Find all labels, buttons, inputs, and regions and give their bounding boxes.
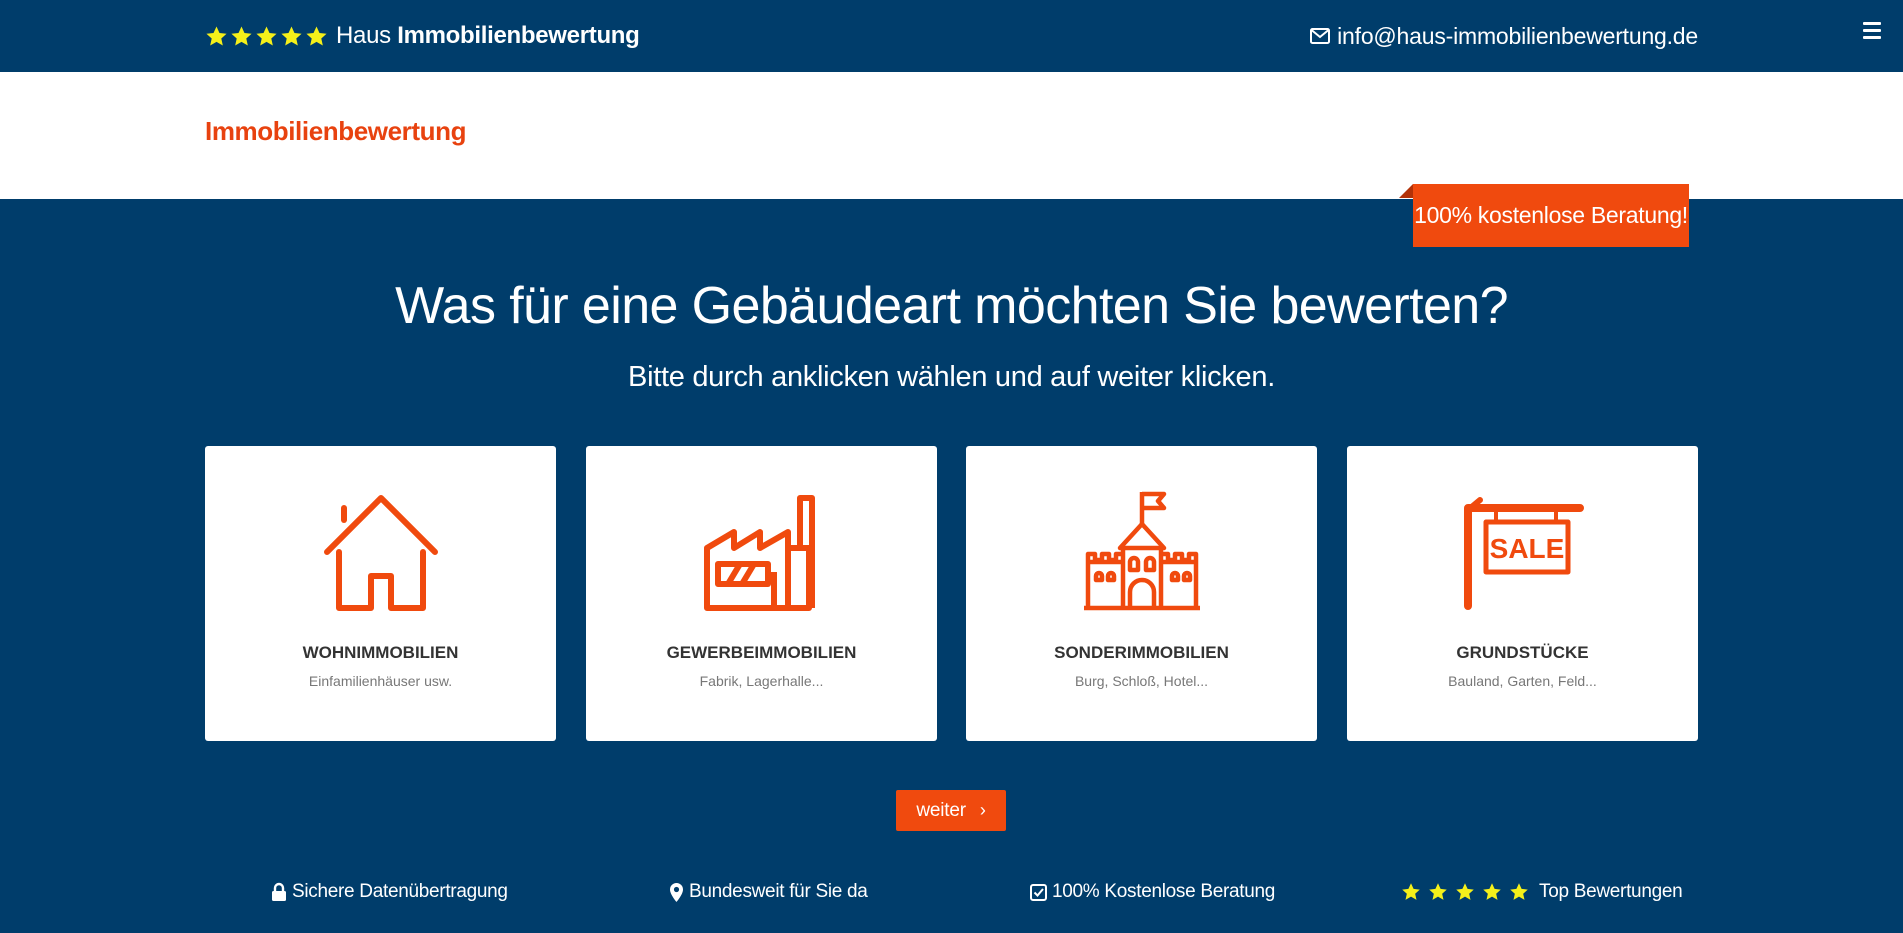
checkbox-icon <box>1030 883 1047 901</box>
castle-icon <box>1083 491 1200 611</box>
instruction-text: Bitte durch anklicken wählen und auf wei… <box>628 361 1275 393</box>
chevron-right-icon: › <box>979 800 986 820</box>
question-heading: Was für eine Gebäudeart möchten Sie bewe… <box>395 277 1508 335</box>
card-title: GEWERBEIMMOBILIEN <box>666 643 857 662</box>
star-icon <box>230 25 253 48</box>
star-icon <box>1482 882 1502 902</box>
house-icon <box>323 495 438 611</box>
brand-name: Haus Immobilienbewertung <box>336 22 640 49</box>
top-navbar: Haus Immobilienbewertung info@haus-immob… <box>0 0 1903 72</box>
map-marker-icon <box>670 882 683 902</box>
star-icon <box>255 25 278 48</box>
sale-sign-icon: SALE <box>1463 497 1584 610</box>
card-title: WOHNIMMOBILIEN <box>302 643 459 662</box>
feature-free-consultation: 100% Kostenlose Beratung <box>1030 878 1275 906</box>
next-button[interactable]: weiter › <box>896 790 1006 831</box>
card-grundstuecke[interactable]: SALE GRUNDSTÜCKE Bauland, Garten, Feld..… <box>1347 446 1698 741</box>
rating-stars <box>1401 882 1534 902</box>
star-icon <box>1428 882 1448 902</box>
free-consultation-ribbon: 100% kostenlose Beratung! <box>1413 184 1689 247</box>
card-wohnimmobilien[interactable]: WOHNIMMOBILIEN Einfamilienhäuser usw. <box>205 446 556 741</box>
subheader-band: Immobilienbewertung <box>0 72 1903 199</box>
brand-logo[interactable]: Haus Immobilienbewertung <box>205 20 640 52</box>
star-icon <box>305 25 328 48</box>
envelope-icon <box>1310 28 1331 44</box>
card-title: GRUNDSTÜCKE <box>1456 643 1589 662</box>
star-icon <box>1401 882 1421 902</box>
card-description: Einfamilienhäuser usw. <box>308 673 453 689</box>
rating-stars <box>205 25 328 48</box>
email-address: info@haus-immobilienbewertung.de <box>1337 22 1698 49</box>
feature-secure-transfer: Sichere Datenübertragung <box>271 878 508 906</box>
lock-icon <box>272 882 286 901</box>
star-icon <box>280 25 303 48</box>
feature-top-ratings: Top Bewertungen <box>1401 878 1683 906</box>
card-title: SONDERIMMOBILIEN <box>1054 643 1229 662</box>
sale-sign-text: SALE <box>1489 533 1564 564</box>
star-icon <box>1509 882 1529 902</box>
card-gewerbeimmobilien[interactable]: GEWERBEIMMOBILIEN Fabrik, Lagerhalle... <box>586 446 937 741</box>
next-button-label: weiter <box>916 799 966 821</box>
menu-toggle-icon[interactable] <box>1863 22 1881 39</box>
ribbon-fold <box>1399 184 1413 198</box>
star-icon <box>1455 882 1475 902</box>
card-sonderimmobilien[interactable]: SONDERIMMOBILIEN Burg, Schloß, Hotel... <box>966 446 1317 741</box>
star-icon <box>205 25 228 48</box>
card-description: Burg, Schloß, Hotel... <box>1074 673 1209 689</box>
page-title: Immobilienbewertung <box>205 116 467 146</box>
email-link[interactable]: info@haus-immobilienbewertung.de <box>1310 20 1698 52</box>
factory-icon <box>703 495 815 611</box>
card-description: Fabrik, Lagerhalle... <box>699 673 824 689</box>
feature-nationwide: Bundesweit für Sie da <box>669 878 868 906</box>
card-description: Bauland, Garten, Feld... <box>1448 673 1597 689</box>
